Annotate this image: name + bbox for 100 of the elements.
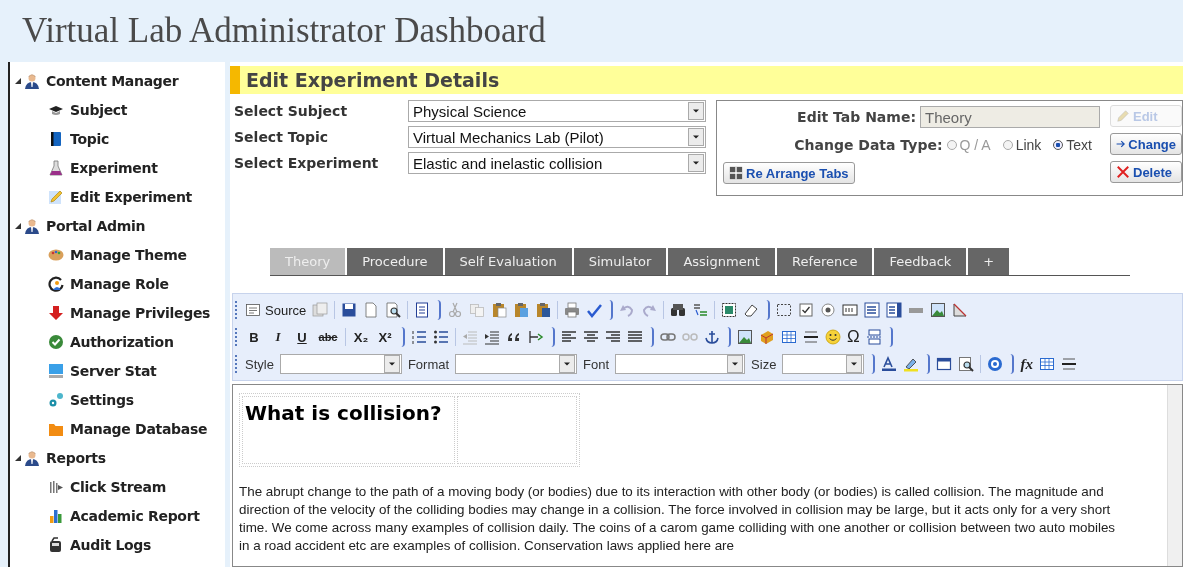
sidebar-group[interactable]: Portal Admin (46, 217, 146, 234)
div-icon[interactable] (528, 329, 544, 345)
horizontal-rule-icon[interactable] (803, 329, 819, 345)
table-icon[interactable] (781, 329, 797, 345)
align-right-icon[interactable] (605, 329, 621, 345)
dropdown[interactable]: Elastic and inelastic collision (408, 152, 706, 174)
expand-triangle-icon[interactable] (14, 221, 22, 230)
bullet-list-icon[interactable] (433, 329, 449, 345)
field-label: Edit Tab Name: (797, 109, 916, 125)
change-button[interactable]: Change (1110, 133, 1182, 155)
rearrange-tabs-button[interactable]: Re Arrange Tabs (723, 162, 855, 184)
sidebar-item[interactable]: Topic (70, 130, 109, 147)
format-button[interactable]: abc (317, 331, 339, 343)
text-color-icon[interactable] (881, 356, 898, 372)
triangle-ruler-icon[interactable] (952, 302, 969, 318)
sidebar-item[interactable]: Manage Role (70, 275, 169, 292)
tab[interactable]: Assignment (668, 248, 775, 275)
tab[interactable]: Reference (776, 248, 873, 275)
page-lines-icon (245, 302, 261, 318)
sidebar-item[interactable]: Settings (70, 391, 134, 408)
indent-icon[interactable] (484, 329, 500, 345)
table-icon[interactable] (1038, 356, 1055, 372)
bar-chart-icon (48, 507, 64, 524)
special-character-button[interactable]: Ω (847, 327, 860, 347)
image-icon[interactable] (930, 302, 947, 318)
tab[interactable]: Feedback (874, 248, 967, 275)
magnifier-page-icon[interactable] (958, 356, 975, 372)
dashed-square-icon[interactable] (776, 302, 793, 318)
cube-icon[interactable] (759, 329, 775, 345)
checkmark-icon[interactable] (586, 302, 603, 318)
radio-icon[interactable] (820, 302, 837, 318)
tab[interactable]: Self Evaluation (444, 248, 572, 275)
align-left-icon[interactable] (561, 329, 577, 345)
format-button[interactable]: B (245, 329, 263, 345)
dropdown[interactable]: Physical Science (408, 100, 706, 122)
source-button[interactable]: Source (245, 302, 307, 318)
tab[interactable]: + (968, 248, 1010, 275)
sidebar-item[interactable]: Click Stream (70, 478, 166, 495)
refresh-person-icon (48, 275, 64, 292)
sidebar-item[interactable]: Manage Theme (70, 246, 187, 263)
format-button[interactable]: X² (376, 329, 394, 345)
flask-icon (48, 159, 64, 176)
combo-label: Size (751, 356, 777, 372)
eraser-icon[interactable] (743, 302, 760, 318)
format-button[interactable]: U (293, 329, 311, 345)
sidebar-group[interactable]: Content Manager (46, 72, 179, 89)
tab[interactable]: Simulator (573, 248, 667, 275)
highlighter-icon[interactable] (903, 356, 920, 372)
horizontal-rule-icon[interactable] (1060, 356, 1077, 372)
image-icon[interactable] (737, 329, 753, 345)
scrollbar[interactable] (1167, 385, 1182, 566)
sidebar-group[interactable]: Reports (46, 449, 106, 466)
sidebar-item[interactable]: Experiment (70, 159, 158, 176)
radio-option[interactable]: Link (1002, 137, 1042, 153)
sidebar-item[interactable]: Server Stat (70, 362, 157, 379)
dropdown[interactable]: Virtual Mechanics Lab (Pilot) (408, 126, 706, 148)
magnifier-page-icon[interactable] (385, 302, 402, 318)
clipboard-icon[interactable] (513, 302, 530, 318)
anchor-icon[interactable] (704, 329, 720, 345)
format-button[interactable]: I (269, 329, 287, 345)
justify-icon[interactable] (627, 329, 643, 345)
expand-triangle-icon[interactable] (14, 453, 22, 462)
text-field-icon[interactable] (842, 302, 859, 318)
printer-icon[interactable] (564, 302, 581, 318)
numbered-list-icon[interactable] (411, 329, 427, 345)
binoculars-icon[interactable] (670, 302, 687, 318)
tab-name-field[interactable]: Theory (920, 106, 1100, 128)
down-arrow-icon (48, 304, 64, 321)
page-lines-icon[interactable] (414, 302, 431, 318)
editor-area[interactable] (232, 384, 1183, 567)
sidebar-item[interactable]: Subject (70, 101, 128, 118)
sidebar-item[interactable]: Audit Logs (70, 536, 152, 553)
delete-button[interactable]: Delete (1110, 161, 1182, 183)
align-center-icon[interactable] (583, 329, 599, 345)
sidebar-item[interactable]: Authorization (70, 333, 174, 350)
smiley-icon[interactable] (825, 329, 841, 345)
page-break-icon[interactable] (865, 329, 882, 345)
field-label: Select Experiment (234, 155, 380, 171)
expand-triangle-icon[interactable] (14, 76, 22, 85)
help-icon[interactable] (987, 356, 1004, 372)
window-icon[interactable] (936, 356, 953, 372)
radio-option[interactable]: Text (1053, 137, 1092, 153)
text-area-icon[interactable] (864, 302, 881, 318)
sidebar-item[interactable]: Edit Experiment (70, 188, 192, 205)
clipboard-icon[interactable] (491, 302, 508, 318)
sidebar-item[interactable]: Manage Privileges (70, 304, 211, 321)
clipboard-icon[interactable] (535, 302, 552, 318)
sidebar-item[interactable]: Manage Database (70, 420, 208, 437)
list-box-icon[interactable] (886, 302, 903, 318)
formula-button[interactable]: fx (1020, 355, 1033, 373)
format-button[interactable]: X₂ (352, 329, 370, 345)
tab[interactable]: Procedure (347, 248, 443, 275)
book-icon (48, 130, 64, 147)
sidebar-item[interactable]: Academic Report (70, 507, 200, 524)
select-all-icon[interactable] (721, 302, 738, 318)
replace-icon[interactable] (692, 302, 709, 318)
monitor-icon (48, 362, 64, 379)
checkbox-icon[interactable] (798, 302, 815, 318)
person-icon (24, 217, 40, 234)
canister-icon (48, 536, 64, 553)
